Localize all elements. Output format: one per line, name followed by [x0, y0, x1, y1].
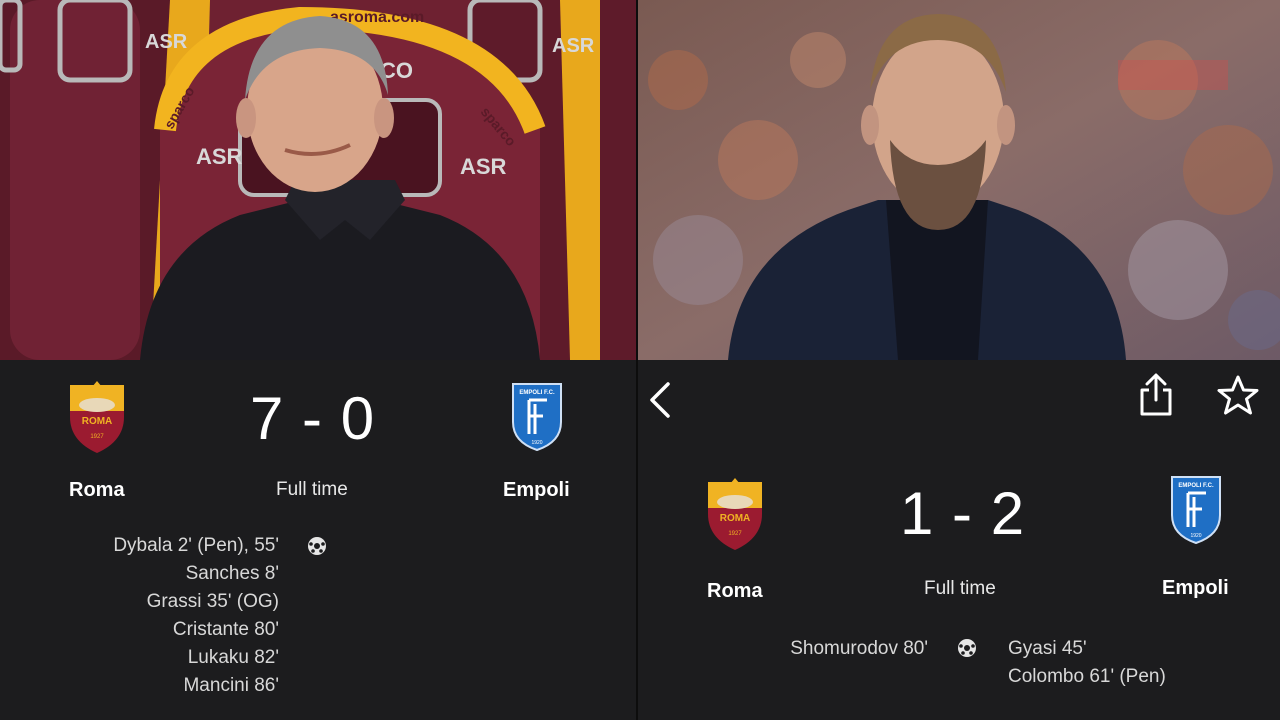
svg-text:1920: 1920	[531, 440, 542, 446]
scorer-line: Mancini 86'	[183, 675, 279, 696]
share-icon[interactable]	[1138, 372, 1174, 418]
left-match-panel: asroma.com sparco sparco ASR ASR ASR ASR…	[0, 0, 636, 720]
away-scorer-line: Colombo 61' (Pen)	[1008, 666, 1166, 687]
svg-text:EMPOLI F.C.: EMPOLI F.C.	[519, 390, 555, 396]
photo-logo-text: ASR	[196, 144, 243, 169]
svg-text:1920: 1920	[1190, 533, 1201, 539]
home-team-name: Roma	[707, 580, 763, 602]
coach-photo-crowd	[638, 0, 1280, 360]
roma-crest-icon: ROMA 1927	[708, 478, 762, 550]
empoli-crest-icon: EMPOLI F.C. 1920	[512, 383, 562, 452]
home-scorer-line: Shomurodov 80'	[790, 638, 928, 659]
scorer-line: Cristante 80'	[172, 619, 279, 640]
scorer-line: Sanches 8'	[185, 563, 279, 584]
soccer-ball-icon	[958, 639, 976, 657]
scorer-line: Grassi 35' (OG)	[146, 591, 279, 612]
svg-text:EMPOLI F.C.: EMPOLI F.C.	[1178, 483, 1214, 489]
match-status: Full time	[276, 479, 348, 500]
svg-text:ROMA: ROMA	[720, 513, 751, 524]
away-scorer-line: Gyasi 45'	[1008, 638, 1087, 659]
empoli-crest-icon: EMPOLI F.C. 1920	[1171, 476, 1221, 545]
svg-text:1927: 1927	[90, 434, 104, 440]
svg-text:ASR: ASR	[460, 154, 507, 179]
match-score: 7 - 0	[250, 385, 376, 452]
home-team-name: Roma	[69, 479, 125, 501]
chevron-left-icon[interactable]	[648, 382, 672, 418]
scorer-line: Lukaku 82'	[187, 647, 279, 668]
coach-photo-stadium-seat: asroma.com sparco sparco ASR ASR ASR ASR…	[0, 0, 636, 360]
match-status: Full time	[924, 578, 996, 599]
svg-text:ROMA: ROMA	[82, 416, 113, 427]
right-match-panel: ROMA 1927 1 - 2 EMPOLI F.C. 1920 Roma Fu…	[638, 0, 1280, 720]
roma-crest-icon: ROMA 1927	[70, 381, 124, 453]
star-icon[interactable]	[1216, 374, 1260, 416]
away-team-name: Empoli	[503, 479, 570, 501]
away-team-name: Empoli	[1162, 577, 1229, 599]
svg-text:ASR: ASR	[552, 35, 595, 57]
match-score: 1 - 2	[900, 480, 1026, 547]
svg-text:ASR: ASR	[145, 31, 188, 53]
scorer-line: Dybala 2' (Pen), 55'	[113, 535, 279, 556]
svg-text:1927: 1927	[728, 531, 742, 537]
soccer-ball-icon	[308, 537, 326, 555]
